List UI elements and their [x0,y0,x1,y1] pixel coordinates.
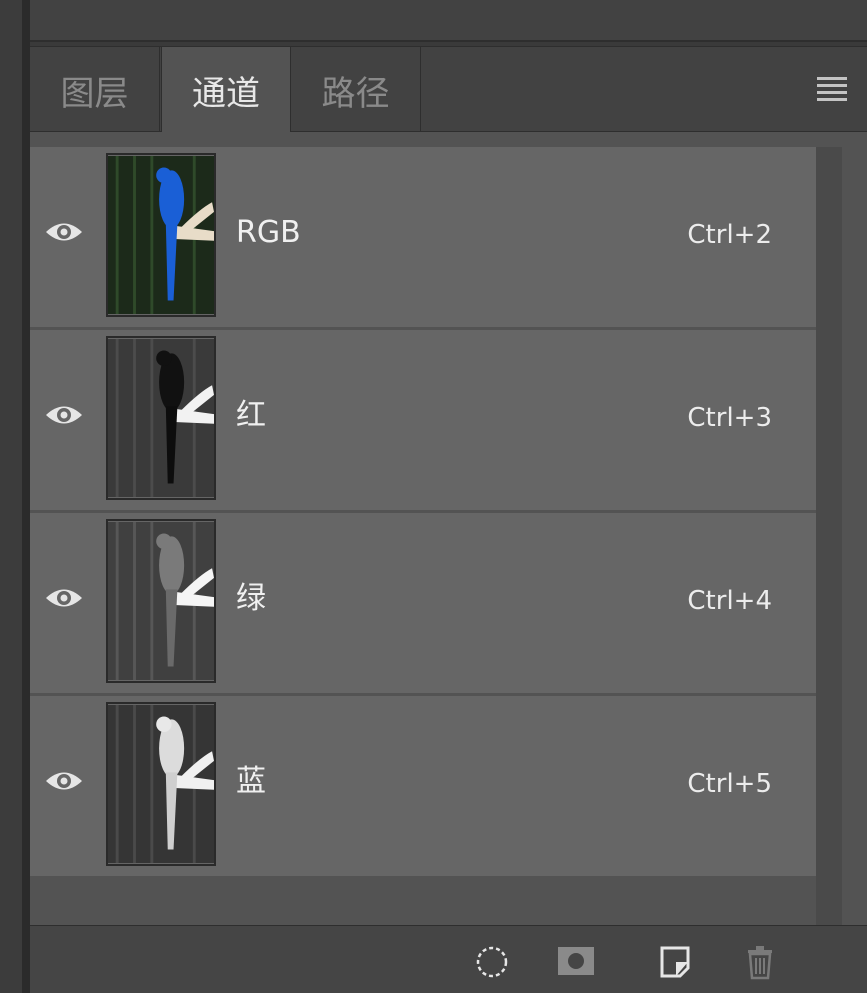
load-selection-icon[interactable] [474,944,510,980]
tab-layers[interactable]: 图层 [30,47,160,133]
visibility-eye-icon[interactable] [44,766,84,796]
channel-thumbnail-rgb [106,153,216,317]
panel-menu-icon[interactable] [817,77,847,101]
scrollbar-track[interactable] [816,147,842,925]
channel-name: RGB [236,215,301,250]
top-panel-area [30,0,867,42]
panel-footer-toolbar [30,925,867,993]
visibility-eye-icon[interactable] [44,583,84,613]
delete-icon[interactable] [742,944,778,980]
new-channel-icon[interactable] [658,944,694,980]
channel-thumbnail-green [106,519,216,683]
channel-name: 红 [236,398,266,433]
channel-row-rgb[interactable]: RGB Ctrl+2 [30,147,816,327]
channel-shortcut: Ctrl+3 [687,403,772,433]
channel-row-green[interactable]: 绿 Ctrl+4 [30,513,816,693]
panel-tab-bar: 图层 通道 路径 [30,46,867,134]
save-mask-icon[interactable] [558,944,594,980]
channel-row-blue[interactable]: 蓝 Ctrl+5 [30,696,816,876]
channel-name: 绿 [236,581,266,616]
channel-shortcut: Ctrl+2 [687,220,772,250]
left-strip [0,0,22,993]
channel-thumbnail-red [106,336,216,500]
tab-channels[interactable]: 通道 [161,47,291,134]
tab-paths[interactable]: 路径 [291,47,421,133]
channel-shortcut: Ctrl+4 [687,586,772,616]
visibility-eye-icon[interactable] [44,400,84,430]
channel-shortcut: Ctrl+5 [687,769,772,799]
visibility-eye-icon[interactable] [44,217,84,247]
channel-thumbnail-blue [106,702,216,866]
left-border [22,0,30,993]
channel-name: 蓝 [236,764,266,799]
channel-row-red[interactable]: 红 Ctrl+3 [30,330,816,510]
